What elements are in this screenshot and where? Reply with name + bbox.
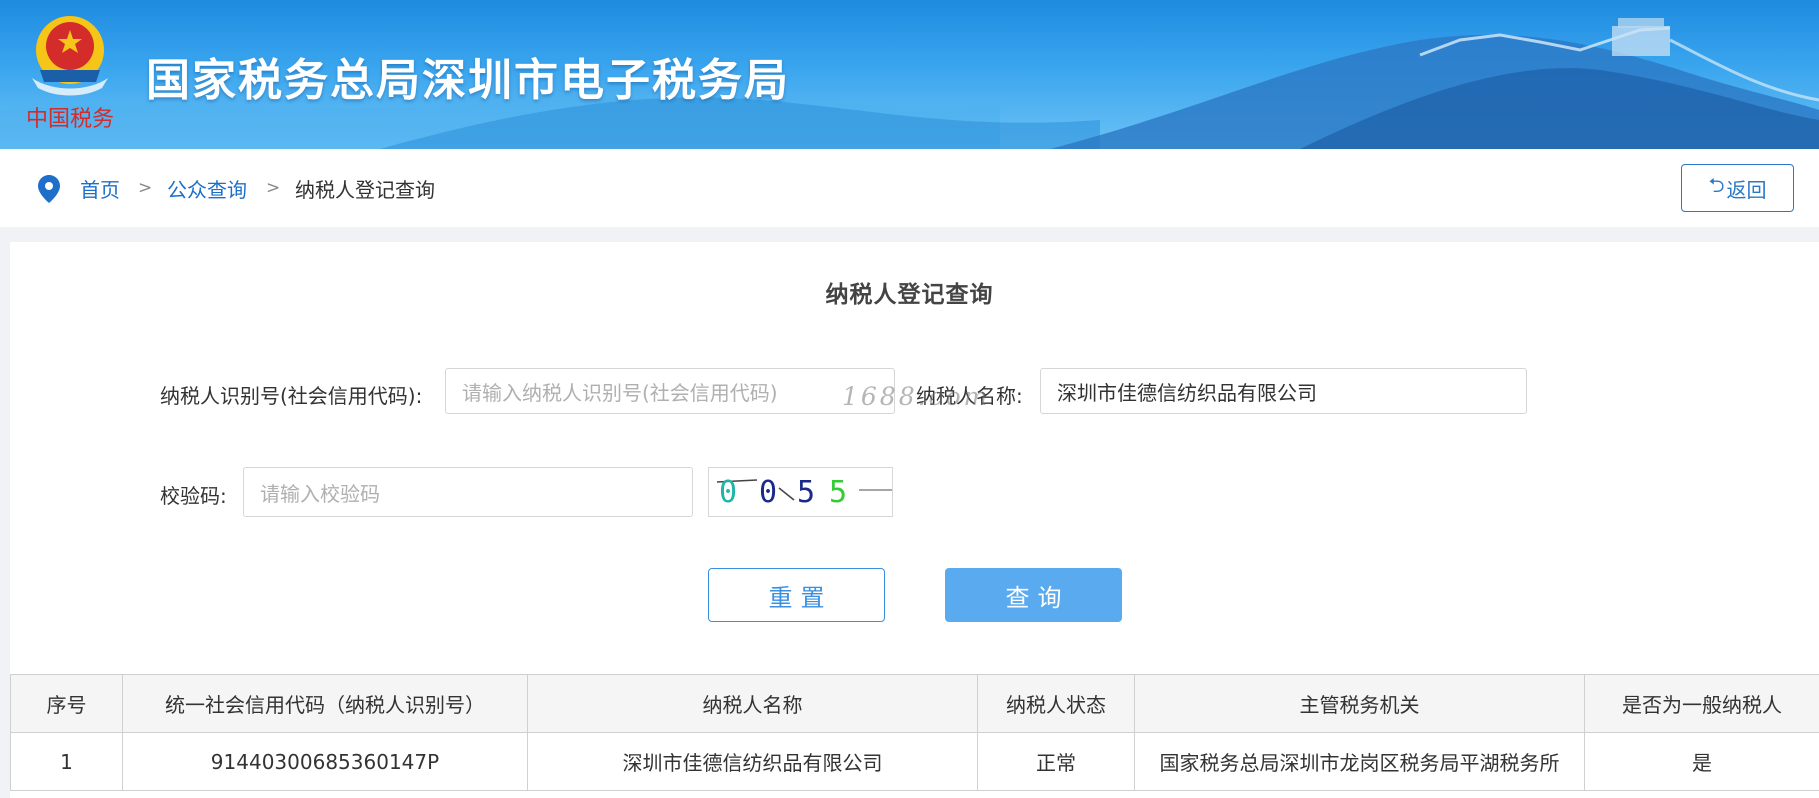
- breadcrumb-separator: >: [138, 178, 153, 198]
- column-header: 序号: [10, 674, 123, 733]
- captcha-char: 5: [797, 475, 815, 510]
- captcha-label: 校验码:: [160, 484, 227, 508]
- table-header-row: 序号 统一社会信用代码（纳税人识别号） 纳税人名称 纳税人状态 主管税务机关 是否为一般纳…: [10, 674, 1819, 733]
- table-cell: 是: [1584, 732, 1819, 791]
- captcha-image[interactable]: 0 0 5 5: [708, 467, 893, 517]
- column-header: 纳税人状态: [977, 674, 1135, 733]
- search-button[interactable]: 查询: [945, 568, 1122, 622]
- captcha-char: 5: [829, 475, 847, 510]
- column-header: 纳税人名称: [527, 674, 978, 733]
- breadcrumb-home-link[interactable]: 首页: [80, 174, 120, 203]
- back-button[interactable]: ⮌ 返回: [1681, 164, 1794, 212]
- return-arrow-icon: ⮌: [1708, 173, 1725, 197]
- column-header: 主管税务机关: [1134, 674, 1585, 733]
- table-cell: 国家税务总局深圳市龙岗区税务局平湖税务所: [1134, 732, 1585, 791]
- tax-emblem-icon: 中国税务: [26, 16, 114, 132]
- table-row: 1 91440300685360147P 深圳市佳德信纺织品有限公司 正常 国家税务总局…: [10, 732, 1819, 791]
- results-table: 序号 统一社会信用代码（纳税人识别号） 纳税人名称 纳税人状态 主管税务机关 是否为一般纳…: [10, 674, 1819, 791]
- captcha-char: 0: [759, 475, 777, 510]
- table-cell: 1: [10, 732, 123, 791]
- table-cell: 深圳市佳德信纺织品有限公司: [527, 732, 978, 791]
- breadcrumb-current: 纳税人登记查询: [295, 178, 435, 202]
- location-pin-icon: [38, 175, 60, 203]
- column-header: 是否为一般纳税人: [1584, 674, 1819, 733]
- captcha-graphic: 0 0 5 5: [716, 475, 892, 510]
- breadcrumb-separator: >: [266, 178, 281, 198]
- emblem-caption: 中国税务: [26, 107, 114, 132]
- taxpayer-name-input[interactable]: 深圳市佳德信纺织品有限公司: [1040, 368, 1527, 414]
- captcha-input[interactable]: 请输入校验码: [243, 467, 693, 517]
- header-banner: 中国税务 国家税务总局深圳市电子税务局: [0, 0, 1819, 149]
- captcha-char: 0: [719, 475, 737, 510]
- reset-button[interactable]: 重置: [708, 568, 885, 622]
- back-button-label: 返回: [1726, 177, 1767, 202]
- watermark-text: 1688.com: [842, 382, 991, 411]
- taxpayer-id-label: 纳税人识别号(社会信用代码):: [160, 384, 423, 408]
- page-title: 纳税人登记查询: [825, 282, 994, 308]
- column-header: 统一社会信用代码（纳税人识别号）: [122, 674, 528, 733]
- breadcrumb-public-query-link[interactable]: 公众查询: [167, 174, 247, 203]
- table-cell: 91440300685360147P: [122, 732, 528, 791]
- taxpayer-id-input[interactable]: 请输入纳税人识别号(社会信用代码): [445, 368, 895, 414]
- table-cell: 正常: [977, 732, 1135, 791]
- site-title: 国家税务总局深圳市电子税务局: [146, 55, 790, 106]
